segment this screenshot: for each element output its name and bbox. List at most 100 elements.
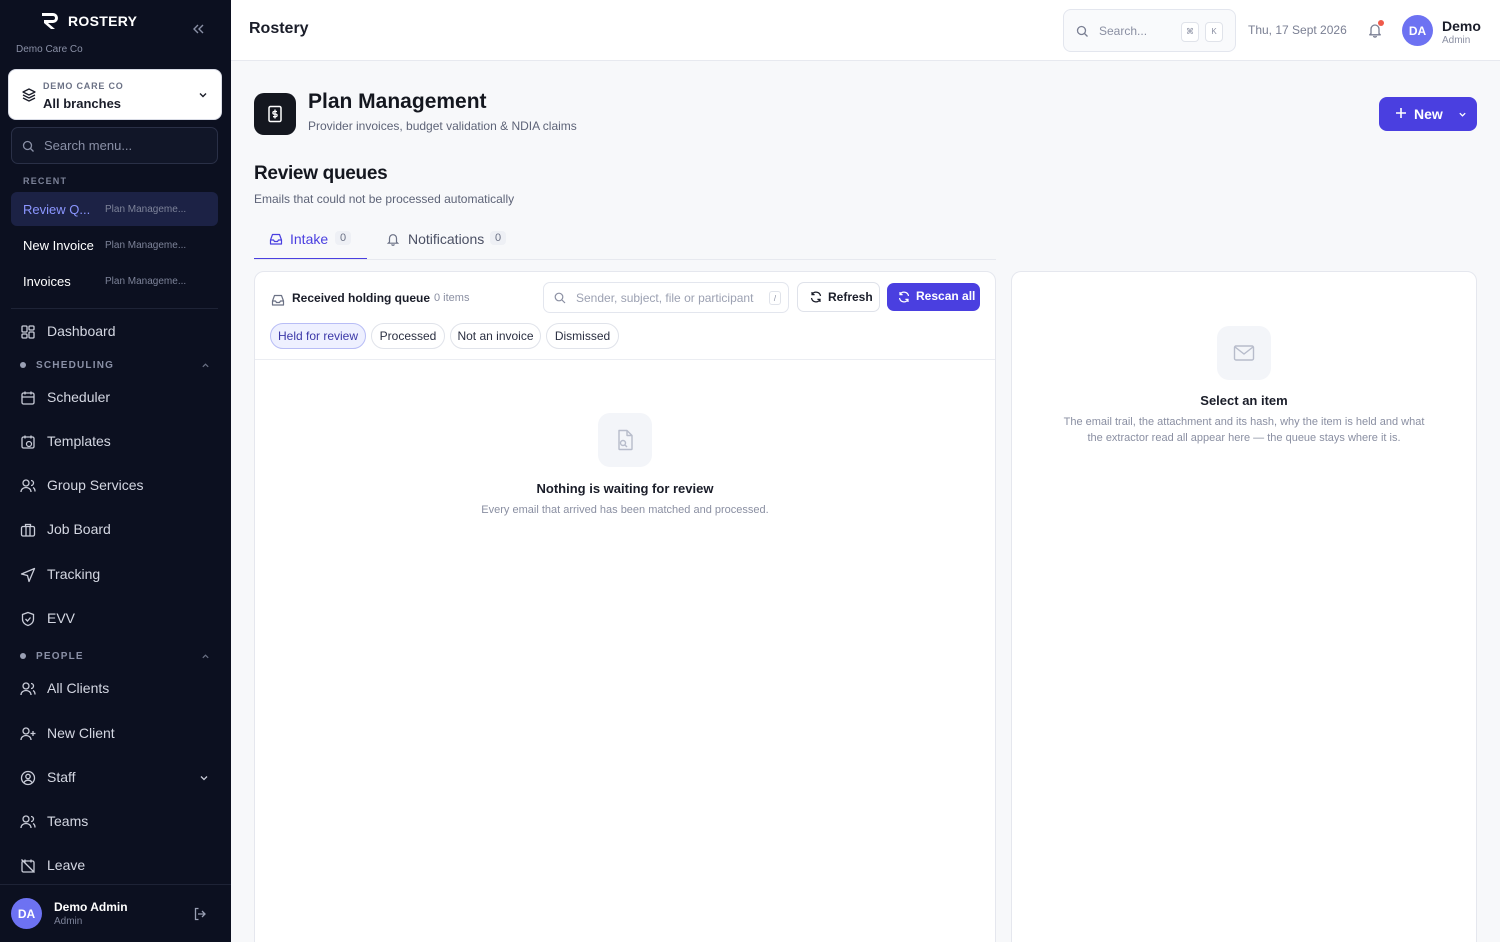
section-title: Review queues [254,163,388,184]
sidebar-item-tracking[interactable]: Tracking [11,557,218,593]
people-group-header[interactable]: PEOPLE [11,647,218,667]
logout-icon[interactable] [193,907,207,921]
tabs-underline [254,259,996,260]
group-label: PEOPLE [36,651,84,662]
divider [255,359,995,360]
chevron-down-icon [1459,112,1466,117]
sidebar-item-new-client[interactable]: New Client [11,716,218,752]
global-search-placeholder: Search... [1099,24,1148,38]
filter-dismissed[interactable]: Dismissed [546,323,619,349]
sidebar-item-label: Staff [47,769,76,785]
search-icon [22,140,34,152]
sidebar-item-all-clients[interactable]: All Clients [11,671,218,707]
sidebar-item-staff[interactable]: Staff [11,760,218,796]
section-subtitle: Emails that could not be processed autom… [254,192,515,206]
tab-label: Notifications [408,231,485,247]
queue-tabs: Intake 0 Notifications 0 [254,222,996,260]
empty-state-icon [1217,326,1271,380]
queue-count: 0 items [434,292,470,304]
recent-item-title: Invoices [23,274,71,289]
tab-label: Intake [290,231,329,247]
recent-item-new-invoice[interactable]: New Invoice Plan Manageme... [11,228,218,262]
sidebar-item-label: New Client [47,725,115,741]
briefcase-icon [20,523,36,537]
filter-processed[interactable]: Processed [371,323,445,349]
global-search-input[interactable]: Search... ⌘ K [1063,9,1236,52]
sidebar-item-label: Dashboard [47,323,116,339]
sidebar-user: DA Demo Admin Admin [0,884,231,942]
queue-title: Received holding queue [292,291,431,305]
sidebar-item-label: Leave [47,857,86,873]
scheduling-group-header[interactable]: SCHEDULING [11,356,218,376]
shield-check-icon [21,611,35,627]
user-name: Demo Admin [54,900,128,914]
refresh-button[interactable]: Refresh [797,282,880,312]
empty-state-subtitle: Every email that arrived has been matche… [481,504,769,516]
sidebar: ROSTERY Demo Care Co DEMO CARE CO All br… [0,0,231,942]
rescan-label: Rescan all [916,289,976,303]
sidebar-item-label: Job Board [47,521,111,537]
filter-held-for-review[interactable]: Held for review [270,323,366,349]
refresh-icon [898,291,910,303]
user-plus-icon [20,727,36,741]
sidebar-item-evv[interactable]: EVV [11,601,218,637]
page-title: Plan Management [308,90,487,113]
detail-empty-line-1: The email trail, the attachment and its … [1063,416,1425,428]
menu-search-input[interactable]: Search menu... [11,127,218,164]
brand[interactable]: ROSTERY [40,12,137,30]
detail-empty-line-2: the extractor read all appear here — the… [1087,432,1401,444]
avatar[interactable]: DA [11,898,42,929]
divider [11,308,218,309]
plus-icon [1396,108,1406,118]
avatar[interactable]: DA [1402,15,1433,46]
calendar-icon [21,391,35,405]
sidebar-item-job-board[interactable]: Job Board [11,512,218,548]
group-label: SCHEDULING [36,360,115,371]
tab-intake[interactable]: Intake 0 [254,222,367,260]
shortcut-key-cmd: ⌘ [1181,22,1199,42]
branch-selector[interactable]: DEMO CARE CO All branches [8,69,222,120]
branch-org-label: DEMO CARE CO [43,81,124,91]
recent-item-title: New Invoice [23,238,94,253]
invoice-icon [268,105,282,123]
recent-item-review-queues[interactable]: Review Q... Plan Manageme... [11,192,218,226]
recent-label: RECENT [23,176,68,186]
filter-not-an-invoice[interactable]: Not an invoice [450,323,541,349]
collapse-sidebar-icon[interactable] [190,21,206,37]
file-search-icon [618,429,633,451]
calendar-off-icon [21,859,35,873]
refresh-icon [810,291,822,303]
rescan-all-button[interactable]: Rescan all [887,283,980,311]
bell-icon [386,234,400,246]
queue-search-placeholder: Sender, subject, file or participant [576,291,754,305]
sidebar-item-teams[interactable]: Teams [11,804,218,840]
branch-value: All branches [43,96,122,111]
sidebar-item-dashboard[interactable]: Dashboard [11,314,218,350]
dashboard-icon [21,325,35,339]
brand-name: ROSTERY [68,13,138,29]
empty-state-title: Nothing is waiting for review [536,481,714,496]
chevron-down-icon [199,93,207,98]
menu-search-placeholder: Search menu... [44,138,133,153]
group-dot [20,362,26,368]
sidebar-item-group-services[interactable]: Group Services [11,468,218,504]
sidebar-item-label: Templates [47,433,111,449]
users-icon [20,682,36,696]
user-role: Admin [54,916,83,927]
topbar: Rostery Search... ⌘ K Thu, 17 Sept 2026 … [231,0,1500,61]
sidebar-item-leave[interactable]: Leave [11,848,218,884]
chevron-up-icon [202,654,209,659]
notification-dot [1378,20,1384,26]
inbox-icon [269,233,283,245]
sidebar-item-templates[interactable]: Templates [11,424,218,460]
current-date: Thu, 17 Sept 2026 [1248,23,1347,37]
group-dot [20,653,26,659]
search-icon [554,292,566,304]
recent-item-invoices[interactable]: Invoices Plan Manageme... [11,264,218,298]
queue-search-input[interactable]: Sender, subject, file or participant / [543,282,789,313]
user-name[interactable]: Demo [1442,18,1481,34]
new-button[interactable]: New [1379,97,1477,131]
tab-notifications[interactable]: Notifications 0 [376,222,516,260]
shortcut-key-k: K [1205,22,1223,42]
sidebar-item-scheduler[interactable]: Scheduler [11,380,218,416]
